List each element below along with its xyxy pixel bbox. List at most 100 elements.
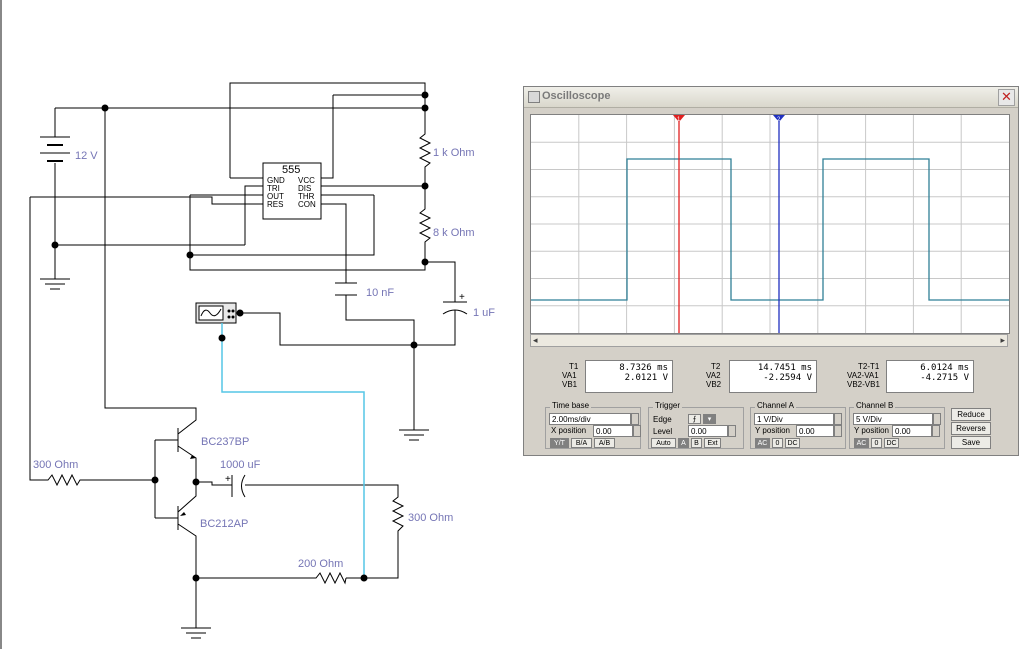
channel-a-scale-spinner[interactable] bbox=[834, 413, 842, 425]
oscilloscope-titlebar[interactable]: Oscilloscope ✕ bbox=[524, 87, 1018, 108]
trigger-level-spinner[interactable] bbox=[728, 425, 736, 437]
resistor-1k-label: 1 k Ohm bbox=[433, 147, 475, 159]
timebase-title: Time base bbox=[550, 401, 592, 410]
dt-label: T2-T1 bbox=[858, 362, 880, 371]
channel-b-scale-field[interactable]: 5 V/Div bbox=[853, 413, 933, 425]
rising-edge-icon[interactable]: ⨍ bbox=[688, 414, 701, 424]
ground-symbol-mid bbox=[399, 400, 429, 441]
junction-dots bbox=[51, 91, 429, 582]
pin-con: CON bbox=[298, 200, 316, 209]
pin-res: RES bbox=[267, 200, 283, 209]
resistor-base[interactable]: 300 Ohm bbox=[33, 459, 84, 487]
battery-symbol[interactable]: 12 V bbox=[40, 136, 98, 162]
trigger-a-button[interactable]: A bbox=[678, 438, 689, 448]
capacitor-10nf-label: 10 nF bbox=[366, 287, 394, 299]
battery-label: 12 V bbox=[75, 150, 98, 162]
channel-a-dc-button[interactable]: DC bbox=[785, 438, 800, 448]
trigger-b-button[interactable]: B bbox=[691, 438, 702, 448]
resistor-8k[interactable]: 8 k Ohm bbox=[418, 203, 475, 248]
readout-cursor1: 8.7326 ms 2.0121 V bbox=[585, 360, 673, 393]
probe-wire bbox=[221, 338, 365, 578]
capacitor-1uf[interactable]: + 1 uF bbox=[442, 290, 495, 319]
window-icon bbox=[528, 91, 540, 103]
dt-value: 6.0124 ms bbox=[920, 363, 969, 373]
transistor-pnp[interactable]: BC212AP bbox=[180, 512, 248, 530]
va1-label: VA1 bbox=[562, 371, 577, 380]
channel-b-title: Channel B bbox=[854, 401, 896, 410]
va2-label: VA2 bbox=[706, 371, 721, 380]
trigger-auto-button[interactable]: Auto bbox=[651, 438, 676, 448]
channel-a-ypos-spinner[interactable] bbox=[834, 425, 842, 437]
capacitor-1000uf-label: 1000 uF bbox=[220, 459, 261, 471]
channel-b-ypos-spinner[interactable] bbox=[932, 425, 940, 437]
channel-b-zero-button[interactable]: 0 bbox=[871, 438, 882, 448]
resistor-load-label: 300 Ohm bbox=[408, 512, 453, 524]
t2-value: 14.7451 ms bbox=[757, 363, 812, 373]
save-button[interactable]: Save bbox=[951, 436, 991, 449]
yt-button[interactable]: Y/T bbox=[550, 438, 569, 448]
t1-label: T1 bbox=[569, 362, 579, 371]
transistor-npn-label: BC237BP bbox=[201, 436, 249, 448]
va2-value: -2.2594 V bbox=[763, 373, 812, 383]
dva-label: VA2-VA1 bbox=[847, 371, 879, 380]
scope-screen[interactable]: 1 2 bbox=[530, 114, 1010, 334]
readout-delta: 6.0124 ms -4.2715 V bbox=[886, 360, 974, 393]
trigger-title: Trigger bbox=[653, 401, 683, 410]
resistor-1k[interactable]: 1 k Ohm bbox=[418, 128, 475, 172]
channel-b-scale-spinner[interactable] bbox=[933, 413, 941, 425]
circuit-wires bbox=[29, 82, 456, 622]
channel-a-ypos-field[interactable]: 0.00 bbox=[796, 425, 834, 437]
timebase-spinner[interactable] bbox=[631, 413, 639, 425]
ground-symbol-bottom bbox=[181, 622, 211, 639]
dva-value: -4.2715 V bbox=[920, 373, 969, 383]
reduce-button[interactable]: Reduce bbox=[951, 408, 991, 421]
x-position-label: X position bbox=[551, 426, 587, 435]
horizontal-scrollbar[interactable]: ◂ ▸ bbox=[530, 334, 1008, 347]
resistor-8k-label: 8 k Ohm bbox=[433, 227, 475, 239]
x-position-spinner[interactable] bbox=[633, 425, 641, 437]
x-position-field[interactable]: 0.00 bbox=[593, 425, 633, 437]
oscilloscope-icon[interactable] bbox=[195, 302, 237, 338]
vb2-label: VB2 bbox=[706, 380, 722, 389]
channel-a-scale-field[interactable]: 1 V/Div bbox=[754, 413, 834, 425]
chip-555[interactable]: 555 GND TRI OUT RES VCC DIS THR CON bbox=[262, 162, 322, 220]
svg-text:+: + bbox=[225, 474, 231, 485]
capacitor-1uf-label: 1 uF bbox=[473, 307, 495, 319]
vb1-label: VB1 bbox=[562, 380, 578, 389]
channel-a-ac-button[interactable]: AC bbox=[755, 438, 770, 448]
close-icon[interactable]: ✕ bbox=[998, 89, 1015, 106]
trigger-ext-button[interactable]: Ext bbox=[704, 438, 721, 448]
oscilloscope-title: Oscilloscope bbox=[542, 90, 611, 102]
dvb-label: VB2-VB1 bbox=[847, 380, 880, 389]
t1-value: 8.7326 ms bbox=[619, 363, 668, 373]
channel-b-dc-button[interactable]: DC bbox=[884, 438, 899, 448]
resistor-feedback[interactable]: 200 Ohm bbox=[298, 558, 347, 585]
va1-value: 2.0121 V bbox=[624, 373, 668, 383]
edge-label: Edge bbox=[653, 415, 672, 424]
scroll-left-icon[interactable]: ◂ bbox=[533, 335, 538, 346]
svg-text:+: + bbox=[459, 292, 465, 303]
oscilloscope-window[interactable]: Oscilloscope ✕ 1 2 ◂ ▸ T1 VA1 VB1 8.7326… bbox=[523, 86, 1019, 456]
channel-a-zero-button[interactable]: 0 bbox=[772, 438, 783, 448]
trigger-level-field[interactable]: 0.00 bbox=[688, 425, 728, 437]
capacitor-10nf[interactable]: 10 nF bbox=[335, 282, 394, 299]
reverse-button[interactable]: Reverse bbox=[951, 422, 991, 435]
channel-a-ypos-label: Y position bbox=[755, 426, 790, 435]
resistor-base-label: 300 Ohm bbox=[33, 459, 78, 471]
falling-edge-icon[interactable]: ▾ bbox=[703, 414, 716, 424]
scroll-right-icon[interactable]: ▸ bbox=[1000, 335, 1005, 346]
channel-b-ypos-field[interactable]: 0.00 bbox=[892, 425, 932, 437]
transistor-npn[interactable]: BC237BP bbox=[190, 436, 249, 459]
channel-b-ypos-label: Y position bbox=[854, 426, 889, 435]
transistor-pnp-label: BC212AP bbox=[200, 518, 248, 530]
channel-b-ac-button[interactable]: AC bbox=[854, 438, 869, 448]
timebase-scale-field[interactable]: 2.00ms/div bbox=[549, 413, 631, 425]
resistor-load[interactable]: 300 Ohm bbox=[391, 490, 453, 538]
resistor-feedback-label: 200 Ohm bbox=[298, 558, 343, 570]
ab-button[interactable]: A/B bbox=[594, 438, 615, 448]
chip-name: 555 bbox=[282, 164, 300, 176]
ba-button[interactable]: B/A bbox=[571, 438, 592, 448]
channel-a-title: Channel A bbox=[755, 401, 796, 410]
readout-cursor2: 14.7451 ms -2.2594 V bbox=[729, 360, 817, 393]
capacitor-1000uf[interactable]: + 1000 uF bbox=[220, 459, 261, 498]
